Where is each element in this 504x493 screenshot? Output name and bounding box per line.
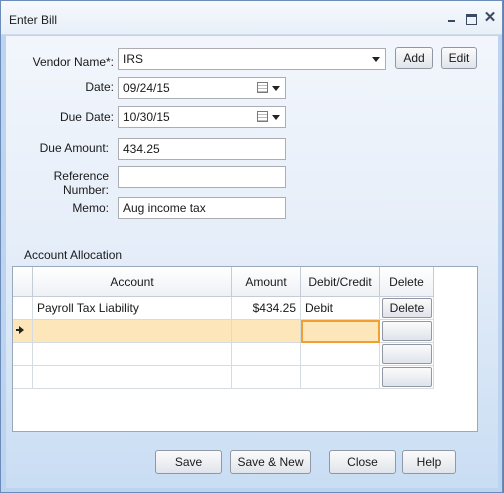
form-panel: Vendor Name*: IRS Add Edit Date: 09/24/1…: [6, 36, 498, 488]
chevron-down-icon[interactable]: [272, 86, 280, 91]
date-picker[interactable]: 09/24/15: [118, 77, 286, 99]
amount-cell[interactable]: [232, 366, 301, 389]
enter-bill-window: Enter Bill ✕ Vendor Name*: IRS Add Edit …: [0, 0, 503, 493]
row-header[interactable]: [13, 320, 33, 343]
column-header-debit-credit[interactable]: Debit/Credit: [301, 267, 380, 297]
account-allocation-grid: Account Amount Debit/Credit Delete Payro…: [12, 266, 478, 432]
column-header-delete[interactable]: Delete: [380, 267, 434, 297]
row-header-corner: [13, 267, 33, 297]
date-value: 09/24/15: [123, 81, 170, 95]
due-date-picker[interactable]: 10/30/15: [118, 106, 286, 128]
memo-input[interactable]: Aug income tax: [118, 197, 286, 219]
row-header[interactable]: [13, 366, 33, 389]
vendor-name-label: Vendor Name*:: [32, 55, 114, 69]
reference-number-label: Reference Number:: [53, 169, 109, 197]
current-row-pointer-icon: [16, 326, 24, 334]
save-button[interactable]: Save: [155, 450, 222, 474]
reference-number-input[interactable]: [118, 166, 286, 188]
row-header[interactable]: [13, 343, 33, 366]
memo-label: Memo:: [72, 201, 109, 215]
column-header-account[interactable]: Account: [33, 267, 232, 297]
calendar-icon[interactable]: [257, 82, 268, 93]
help-button[interactable]: Help: [402, 450, 456, 474]
amount-cell[interactable]: [232, 320, 301, 343]
delete-row-button[interactable]: [382, 321, 432, 341]
close-icon[interactable]: ✕: [483, 10, 497, 25]
debit-credit-cell[interactable]: [301, 343, 380, 366]
debit-credit-cell[interactable]: [301, 366, 380, 389]
account-cell[interactable]: [33, 320, 232, 343]
chevron-down-icon[interactable]: [372, 57, 380, 62]
due-date-value: 10/30/15: [123, 110, 170, 124]
delete-row-button[interactable]: [382, 344, 432, 364]
debit-credit-cell-active[interactable]: [301, 320, 380, 343]
date-label: Date:: [85, 80, 114, 94]
vendor-name-select[interactable]: IRS: [118, 48, 386, 70]
save-and-new-button[interactable]: Save & New: [230, 450, 311, 474]
account-cell[interactable]: Payroll Tax Liability: [33, 297, 232, 320]
column-header-amount[interactable]: Amount: [232, 267, 301, 297]
window-title: Enter Bill: [9, 13, 58, 27]
account-allocation-title: Account Allocation: [24, 248, 123, 262]
due-amount-label: Due Amount:: [39, 141, 109, 155]
amount-cell[interactable]: $434.25: [232, 297, 301, 320]
chevron-down-icon[interactable]: [272, 115, 280, 120]
vendor-name-value: IRS: [123, 52, 144, 66]
minimize-icon[interactable]: [445, 11, 459, 25]
due-amount-input[interactable]: 434.25: [118, 138, 286, 160]
calendar-icon[interactable]: [257, 111, 268, 122]
title-bar: Enter Bill ✕: [1, 1, 502, 35]
row-header[interactable]: [13, 297, 33, 320]
delete-row-button[interactable]: [382, 367, 432, 387]
amount-cell[interactable]: [232, 343, 301, 366]
debit-credit-cell[interactable]: Debit: [301, 297, 380, 320]
add-vendor-button[interactable]: Add: [395, 47, 433, 69]
edit-vendor-button[interactable]: Edit: [441, 47, 477, 69]
account-cell[interactable]: [33, 343, 232, 366]
delete-row-button[interactable]: Delete: [382, 298, 432, 318]
account-cell[interactable]: [33, 366, 232, 389]
due-date-label: Due Date:: [59, 110, 114, 124]
maximize-icon[interactable]: [464, 11, 478, 25]
close-button[interactable]: Close: [329, 450, 396, 474]
